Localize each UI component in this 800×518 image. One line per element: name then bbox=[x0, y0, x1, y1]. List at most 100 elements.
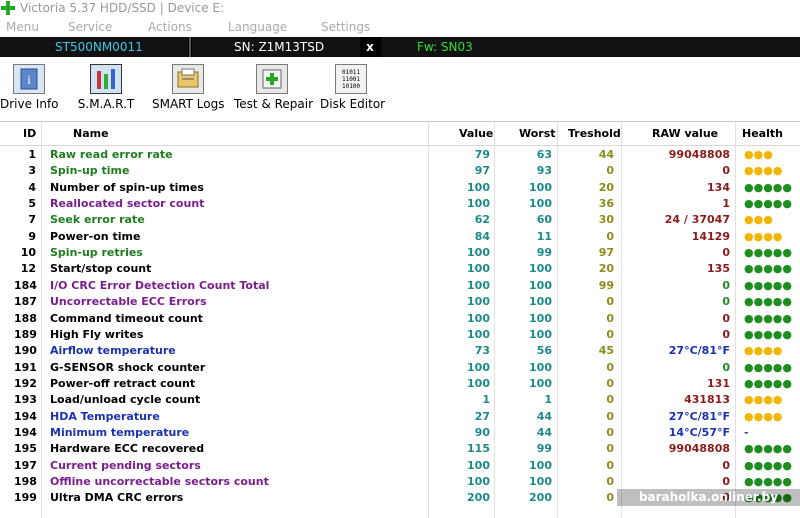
disk-editor-button[interactable]: 01011 11001 10100 Disk Editor bbox=[320, 61, 386, 113]
attr-worst: 11 bbox=[536, 229, 552, 243]
table-row[interactable]: 193 Load/unload cycle count 1 1 0 431813 ●●●● bbox=[0, 392, 800, 408]
attr-value: 100 bbox=[467, 262, 490, 276]
table-row[interactable]: 3 Spin-up time 97 93 0 0 ●●●● bbox=[0, 163, 800, 179]
attr-name: High Fly writes bbox=[50, 327, 144, 341]
attr-treshold: 0 bbox=[606, 442, 614, 456]
table-row[interactable]: 191 G-SENSOR shock counter 100 100 0 0 ●●●●● bbox=[0, 360, 800, 376]
col-header-raw[interactable]: RAW value bbox=[652, 127, 718, 140]
col-header-value[interactable]: Value bbox=[459, 127, 493, 140]
attr-worst: 100 bbox=[529, 327, 552, 341]
attr-raw: 431813 bbox=[684, 393, 730, 407]
attr-raw: 24 / 37047 bbox=[664, 213, 730, 227]
table-row[interactable]: 12 Start/stop count 100 100 20 135 ●●●●● bbox=[0, 261, 800, 277]
table-row[interactable]: 188 Command timeout count 100 100 0 0 ●●●●● bbox=[0, 311, 800, 327]
attr-id: 192 bbox=[14, 376, 37, 390]
attr-treshold: 30 bbox=[598, 213, 614, 227]
table-row[interactable]: 192 Power-off retract count 100 100 0 131 ●●●●… bbox=[0, 376, 800, 392]
attr-name: Spin-up retries bbox=[50, 246, 143, 260]
attr-treshold: 0 bbox=[606, 327, 614, 341]
attr-raw: 14129 bbox=[691, 229, 730, 243]
smart-button[interactable]: S.M.A.R.T bbox=[76, 61, 136, 113]
attr-name: Power-on time bbox=[50, 229, 141, 243]
table-row[interactable]: 195 Hardware ECC recovered 115 99 0 99048808 ●… bbox=[0, 441, 800, 457]
attr-value: 100 bbox=[467, 311, 490, 325]
menu-menu[interactable]: Menu bbox=[6, 20, 39, 34]
attr-treshold: 99 bbox=[598, 278, 614, 292]
attr-worst: 93 bbox=[536, 164, 552, 178]
attr-raw: 27°C/81°F bbox=[668, 409, 730, 423]
attr-worst: 100 bbox=[529, 376, 552, 390]
attr-name: Load/unload cycle count bbox=[50, 393, 201, 407]
col-header-health[interactable]: Health bbox=[742, 127, 783, 140]
attr-name: Seek error rate bbox=[50, 213, 145, 227]
attr-value: 73 bbox=[474, 344, 490, 358]
attr-raw: 0 bbox=[722, 458, 730, 472]
table-row[interactable]: 7 Seek error rate 62 60 30 24 / 37047 ●●● bbox=[0, 212, 800, 228]
table-row[interactable]: 1 Raw read error rate 79 63 44 99048808 ●●● bbox=[0, 147, 800, 163]
device-serial: SN: Z1M13TSD bbox=[234, 40, 325, 54]
smart-logs-button[interactable]: SMART Logs bbox=[152, 61, 224, 113]
table-row[interactable]: 197 Current pending sectors 100 100 0 0 ●●●●● bbox=[0, 458, 800, 474]
attr-health: ●●●●● bbox=[744, 475, 792, 488]
attr-treshold: 36 bbox=[598, 197, 614, 211]
attr-id: 7 bbox=[28, 213, 36, 227]
table-row[interactable]: 9 Power-on time 84 11 0 14129 ●●●● bbox=[0, 229, 800, 245]
table-row[interactable]: 10 Spin-up retries 100 99 97 0 ●●●●● bbox=[0, 245, 800, 261]
table-row[interactable]: 187 Uncorrectable ECC Errors 100 100 0 0 ●●●●● bbox=[0, 294, 800, 310]
attr-health: ●●● bbox=[744, 148, 773, 161]
svg-text:i: i bbox=[27, 72, 31, 87]
table-row[interactable]: 4 Number of spin-up times 100 100 20 134 ●●●●● bbox=[0, 180, 800, 196]
close-icon: x bbox=[366, 40, 374, 54]
attr-raw: 0 bbox=[722, 475, 730, 488]
attr-id: 4 bbox=[28, 180, 36, 194]
table-row[interactable]: 194 Minimum temperature 90 44 0 14°C/57°F - bbox=[0, 425, 800, 441]
attr-health: ●●●●● bbox=[744, 295, 792, 309]
menu-service[interactable]: Service bbox=[68, 20, 112, 34]
attr-id: 194 bbox=[14, 409, 37, 423]
attr-raw: 0 bbox=[722, 295, 730, 309]
drive-info-button[interactable]: i Drive Info bbox=[0, 61, 59, 113]
col-header-name[interactable]: Name bbox=[73, 127, 109, 140]
attr-health: ●●●●● bbox=[744, 246, 792, 260]
disk-editor-label: Disk Editor bbox=[320, 97, 386, 111]
attr-value: 100 bbox=[467, 197, 490, 211]
table-row[interactable]: 189 High Fly writes 100 100 0 0 ●●●●● bbox=[0, 327, 800, 343]
window-title: Victoria 5.37 HDD/SSD | Device E: bbox=[20, 1, 225, 15]
attr-value: 100 bbox=[467, 180, 490, 194]
attr-raw: 27°C/81°F bbox=[668, 344, 730, 358]
attr-raw: 0 bbox=[722, 311, 730, 325]
attr-treshold: 0 bbox=[606, 491, 614, 505]
device-separator bbox=[189, 37, 191, 57]
col-header-treshold[interactable]: Treshold bbox=[568, 127, 621, 140]
device-close-button[interactable]: x bbox=[360, 37, 380, 57]
table-row[interactable]: 198 Offline uncorrectable sectors count 10… bbox=[0, 474, 800, 490]
attr-worst: 44 bbox=[536, 409, 552, 423]
col-header-worst[interactable]: Worst bbox=[519, 127, 556, 140]
drive-info-label: Drive Info bbox=[0, 97, 59, 111]
attr-value: 84 bbox=[474, 229, 490, 243]
toolbar: i Drive Info S.M.A.R.T SMART Logs Test &… bbox=[0, 57, 800, 114]
table-row[interactable]: 184 I/O CRC Error Detection Count Total 10… bbox=[0, 278, 800, 294]
attr-health: ●●●●● bbox=[744, 376, 792, 390]
col-header-id[interactable]: ID bbox=[23, 127, 36, 140]
attr-worst: 44 bbox=[536, 425, 552, 439]
attr-name: Uncorrectable ECC Errors bbox=[50, 295, 207, 309]
info-icon: i bbox=[13, 64, 45, 94]
attr-health: ●●●●● bbox=[744, 442, 792, 456]
menu-settings[interactable]: Settings bbox=[321, 20, 370, 34]
device-model-panel[interactable]: ST500NM0011 bbox=[0, 37, 188, 57]
test-repair-button[interactable]: Test & Repair bbox=[234, 61, 313, 113]
menu-language[interactable]: Language bbox=[228, 20, 287, 34]
attr-health: ●●●●● bbox=[744, 262, 792, 276]
menu-actions[interactable]: Actions bbox=[148, 20, 192, 34]
table-row[interactable]: 194 HDA Temperature 27 44 0 27°C/81°F ●●●● bbox=[0, 409, 800, 425]
smart-table-header: ID Name Value Worst Treshold RAW value H… bbox=[0, 122, 800, 146]
table-row[interactable]: 190 Airflow temperature 73 56 45 27°C/81°F ●●●… bbox=[0, 343, 800, 359]
disk-editor-icon: 01011 11001 10100 bbox=[335, 64, 367, 94]
attr-id: 3 bbox=[28, 164, 36, 178]
attr-name: Number of spin-up times bbox=[50, 180, 204, 194]
table-row[interactable]: 5 Reallocated sector count 100 100 36 1 ●●●●● bbox=[0, 196, 800, 212]
attr-health: ●●●●● bbox=[744, 327, 792, 341]
attr-worst: 1 bbox=[544, 393, 552, 407]
attr-id: 199 bbox=[14, 491, 37, 505]
